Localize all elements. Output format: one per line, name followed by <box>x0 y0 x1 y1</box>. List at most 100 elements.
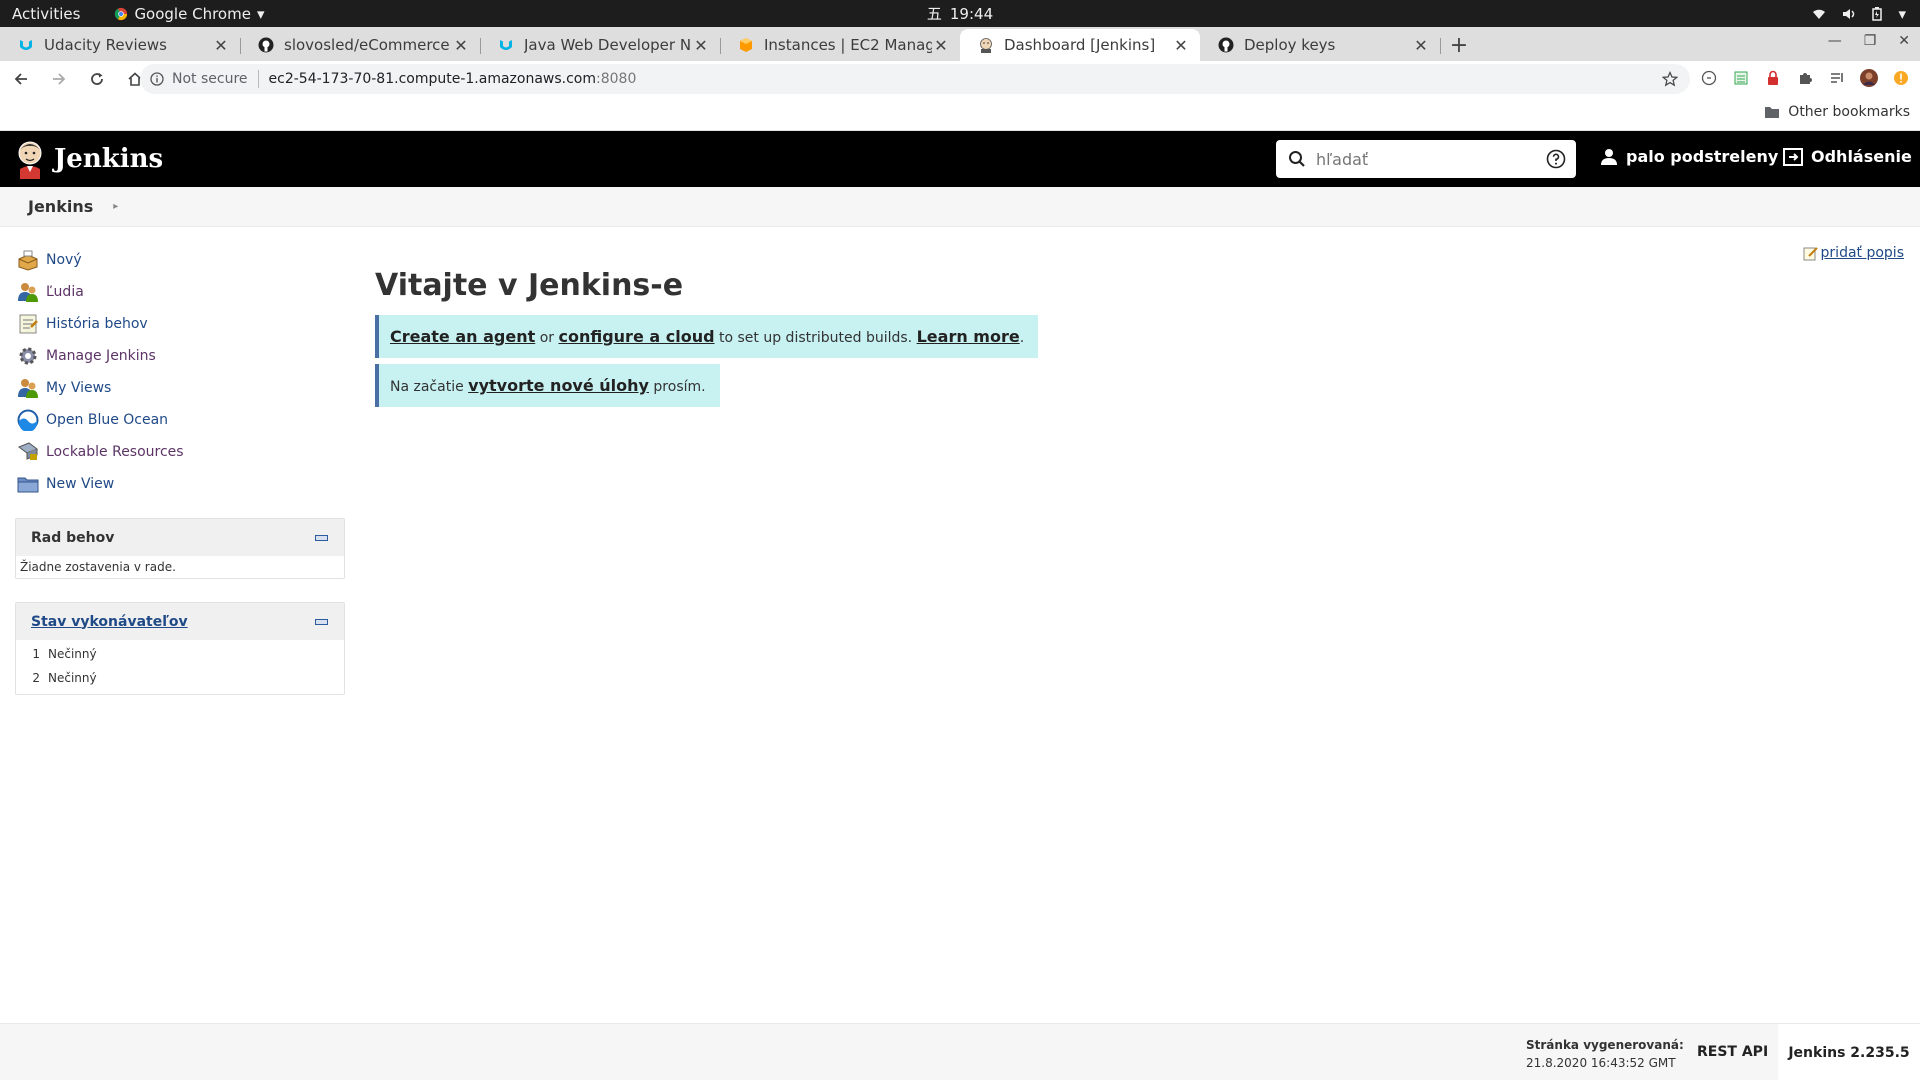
other-bookmarks[interactable]: Other bookmarks <box>1764 104 1910 120</box>
executor-number: 2 <box>32 671 40 685</box>
task-label[interactable]: Nový <box>46 252 82 268</box>
task-manage-jenkins[interactable]: Manage Jenkins <box>16 340 316 372</box>
extension-lock-icon[interactable] <box>1764 69 1782 87</box>
people-icon <box>16 376 40 400</box>
extensions-puzzle-icon[interactable] <box>1796 69 1814 87</box>
search-input[interactable] <box>1316 149 1546 169</box>
user-icon <box>1600 148 1618 166</box>
caret-down-icon: ▾ <box>256 4 265 23</box>
task-build-history[interactable]: História behov <box>16 308 316 340</box>
task-label[interactable]: Lockable Resources <box>46 444 184 460</box>
lock-resource-icon <box>16 440 40 464</box>
task-label[interactable]: Manage Jenkins <box>46 348 156 364</box>
system-tray[interactable]: ▾ <box>1812 5 1906 23</box>
new-tab-button[interactable]: + <box>1444 29 1474 61</box>
close-icon[interactable]: ✕ <box>1412 36 1430 55</box>
address-bar[interactable]: Not secure ec2-54-173-70-81.compute-1.am… <box>140 64 1690 94</box>
tab-title: Instances | EC2 Management Console <box>764 36 932 54</box>
task-label[interactable]: História behov <box>46 316 148 332</box>
executors-pane: Stav vykonávateľov 1 Nečinný 2 Nečinný <box>15 602 345 695</box>
breadcrumb: Jenkins ▸ <box>0 187 1920 227</box>
close-icon[interactable]: ✕ <box>452 36 470 55</box>
user-name: palo podstreleny <box>1626 147 1779 166</box>
close-window-icon[interactable]: ✕ <box>1898 33 1910 49</box>
executor-status: Nečinný <box>48 671 97 685</box>
create-new-job-link[interactable]: vytvorte nové úlohy <box>468 376 649 395</box>
wifi-icon <box>1812 8 1826 20</box>
collapse-icon[interactable] <box>315 534 328 541</box>
collapse-icon[interactable] <box>315 618 328 625</box>
window-controls: — ❐ ✕ <box>1828 33 1910 49</box>
task-label[interactable]: My Views <box>46 380 111 396</box>
close-icon[interactable]: ✕ <box>932 36 950 55</box>
volume-icon <box>1842 8 1856 20</box>
blue-ocean-icon <box>16 408 40 432</box>
notice-text: . <box>1019 330 1025 346</box>
activities-button[interactable]: Activities <box>12 5 80 23</box>
task-lockable-resources[interactable]: Lockable Resources <box>16 436 316 468</box>
logout-link[interactable]: Odhlásenie <box>1783 147 1912 166</box>
configure-cloud-link[interactable]: configure a cloud <box>558 327 714 346</box>
task-new-view[interactable]: New View <box>16 468 316 500</box>
add-description-link[interactable]: pridať popis <box>1821 245 1904 261</box>
folder-icon <box>1764 105 1780 119</box>
executors-title-link[interactable]: Stav vykonávateľov <box>31 614 188 630</box>
page-title: Vitajte v Jenkins-e <box>375 268 684 303</box>
back-button[interactable] <box>4 62 38 96</box>
side-tasks: Nový Ľudia História behov Manage Jenkins… <box>16 244 316 500</box>
executor-number: 1 <box>32 647 40 661</box>
jenkins-logo[interactable]: Jenkins <box>14 139 163 179</box>
search-box[interactable] <box>1276 140 1576 178</box>
task-my-views[interactable]: My Views <box>16 372 316 404</box>
task-new-item[interactable]: Nový <box>16 244 316 276</box>
task-people[interactable]: Ľudia <box>16 276 316 308</box>
user-link[interactable]: palo podstreleny <box>1600 147 1778 166</box>
chevron-right-icon[interactable]: ▸ <box>113 201 118 212</box>
add-description[interactable]: pridať popis <box>1803 245 1904 261</box>
minimize-icon[interactable]: — <box>1828 33 1842 49</box>
clock-time: 19:44 <box>949 4 994 23</box>
tab-udacity-nanodegree[interactable]: Java Web Developer Nanodegree ✕ <box>480 29 721 61</box>
task-label[interactable]: New View <box>46 476 114 492</box>
rest-api-link[interactable]: REST API <box>1697 1044 1768 1060</box>
tab-title: Deploy keys <box>1244 36 1336 54</box>
tab-title: slovosled/eCommerce <box>284 36 450 54</box>
jenkins-version-link[interactable]: Jenkins 2.235.5 <box>1778 1024 1920 1081</box>
close-icon[interactable]: ✕ <box>692 36 710 55</box>
build-queue-header: Rad behov <box>16 519 344 556</box>
notice-text: Na začatie <box>390 379 469 395</box>
update-alert-icon[interactable] <box>1892 69 1910 87</box>
task-label[interactable]: Ľudia <box>46 284 84 300</box>
info-icon[interactable] <box>150 72 164 86</box>
create-job-notice: Na začatie vytvorte nové úlohy prosím. <box>375 364 720 407</box>
tab-ec2-instances[interactable]: Instances | EC2 Management Console ✕ <box>720 29 961 61</box>
reload-button[interactable] <box>80 62 114 96</box>
close-icon[interactable]: ✕ <box>212 36 230 55</box>
reading-list-icon[interactable] <box>1828 69 1846 87</box>
forward-button[interactable] <box>42 62 76 96</box>
tab-github-ecommerce[interactable]: slovosled/eCommerce ✕ <box>240 29 481 61</box>
gear-icon <box>16 344 40 368</box>
notice-text: to set up distributed builds. <box>714 330 917 346</box>
app-menu[interactable]: Google Chrome ▾ <box>114 5 264 23</box>
clock[interactable]: 五 19:44 <box>927 3 993 24</box>
tab-jenkins-dashboard[interactable]: Dashboard [Jenkins] ✕ <box>960 29 1200 61</box>
close-icon[interactable]: ✕ <box>1172 36 1190 55</box>
learn-more-link[interactable]: Learn more <box>917 327 1020 346</box>
create-agent-link[interactable]: Create an agent <box>390 327 535 346</box>
task-open-blue-ocean[interactable]: Open Blue Ocean <box>16 404 316 436</box>
main-content: Vitajte v Jenkins-e Create an agent or c… <box>375 268 1039 407</box>
tab-udacity-reviews[interactable]: Udacity Reviews ✕ <box>0 29 241 61</box>
breadcrumb-jenkins[interactable]: Jenkins <box>28 197 93 216</box>
bookmark-star-icon[interactable] <box>1662 71 1678 87</box>
extension-sheet-icon[interactable] <box>1732 69 1750 87</box>
task-label[interactable]: Open Blue Ocean <box>46 412 168 428</box>
avatar[interactable] <box>1860 69 1878 87</box>
jenkins-butler-icon <box>14 139 46 179</box>
restore-icon[interactable]: ❐ <box>1864 33 1877 49</box>
help-icon[interactable] <box>1546 149 1566 169</box>
extension-circle-icon[interactable] <box>1700 69 1718 87</box>
tab-deploy-keys[interactable]: Deploy keys ✕ <box>1200 29 1441 61</box>
jenkins-brand-text: Jenkins <box>54 144 164 174</box>
logout-icon <box>1783 147 1803 166</box>
